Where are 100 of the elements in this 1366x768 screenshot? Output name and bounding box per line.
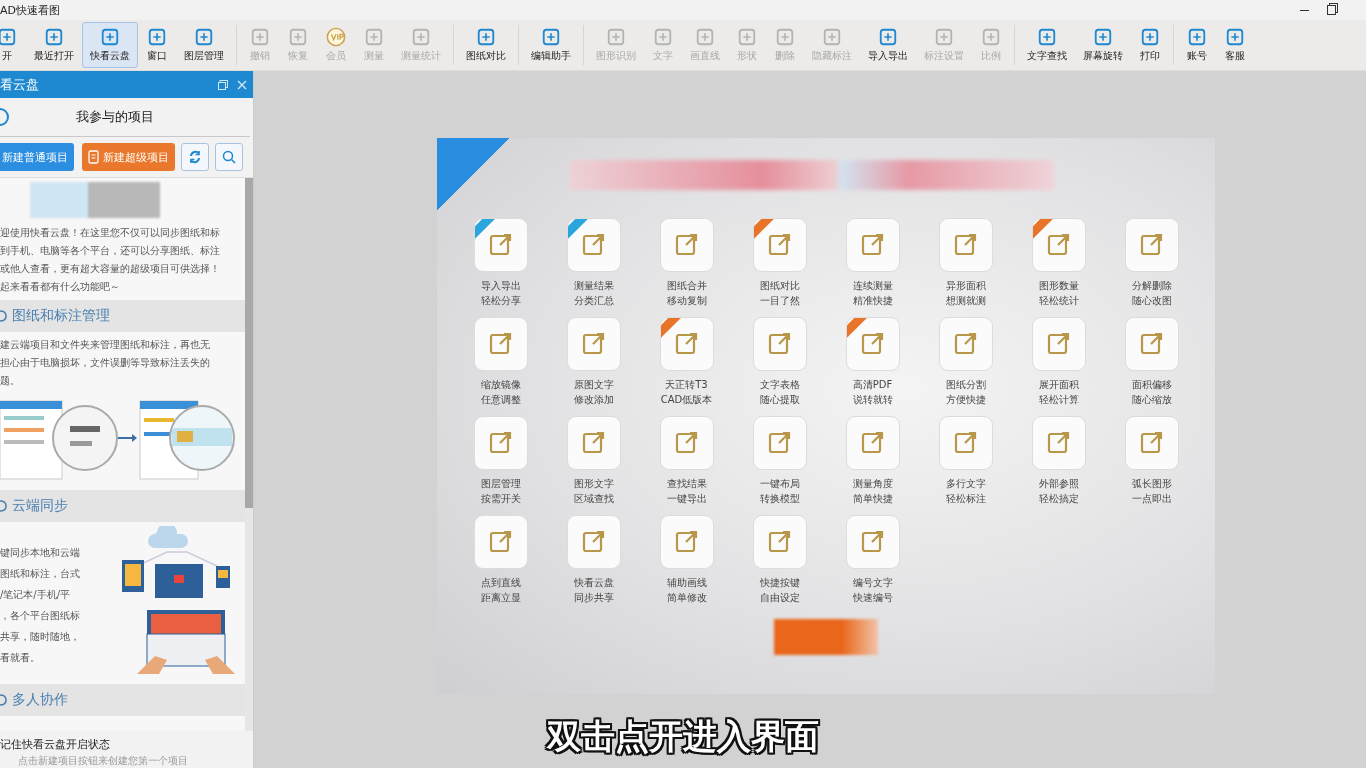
feature-label: 缩放镜像 任意调整 bbox=[480, 378, 521, 407]
feature-tile[interactable] bbox=[473, 416, 528, 470]
section-title: 图纸和标注管理 bbox=[12, 307, 110, 325]
toolbar-icon bbox=[249, 27, 271, 47]
feature-tile[interactable] bbox=[566, 515, 621, 569]
feature-tile[interactable] bbox=[566, 317, 621, 371]
section-icon bbox=[0, 692, 8, 708]
search-icon bbox=[222, 150, 236, 164]
toolbar-icon bbox=[1036, 27, 1058, 47]
feature-tile[interactable] bbox=[1124, 218, 1179, 272]
toolbar-button[interactable]: 快看云盘 bbox=[82, 22, 138, 68]
restore-icon bbox=[218, 79, 228, 90]
section-text: 键同步本地和云端 图纸和标注，台式 /笔记本/手机/平 ，各个平台图纸标 共享，随时随地， 看就看。 bbox=[0, 546, 80, 665]
toolbar-icon bbox=[877, 27, 899, 47]
panel-title: 看云盘 bbox=[0, 75, 39, 94]
feature-tile[interactable] bbox=[473, 218, 528, 272]
feature-label: 面积偏移 随心缩放 bbox=[1131, 378, 1172, 407]
toolbar-icon bbox=[652, 27, 674, 47]
feature-tile[interactable] bbox=[752, 218, 807, 272]
feature-tile[interactable] bbox=[845, 218, 900, 272]
refresh-button[interactable] bbox=[181, 143, 209, 171]
toolbar-button[interactable]: 屏幕旋转 bbox=[1075, 22, 1131, 68]
feature-tile[interactable] bbox=[752, 416, 807, 470]
toolbar-icon bbox=[821, 27, 843, 47]
feature-tile[interactable] bbox=[1031, 317, 1086, 371]
feature-tile[interactable] bbox=[659, 515, 714, 569]
toolbar-button[interactable]: 最近打开 bbox=[26, 22, 82, 68]
feature-label: 多行文字 轻松标注 bbox=[945, 477, 986, 506]
new-project-button[interactable]: 新建普通项目 bbox=[0, 143, 74, 171]
document-icon bbox=[88, 150, 100, 164]
toolbar-button[interactable]: 文字查找 bbox=[1019, 22, 1075, 68]
feature-tile[interactable] bbox=[938, 317, 993, 371]
feature-label: 异形面积 想测就测 bbox=[945, 279, 986, 308]
close-icon bbox=[237, 79, 247, 90]
restore-button[interactable] bbox=[1327, 5, 1336, 15]
section-title: 多人协作 bbox=[12, 691, 68, 709]
feature-label: 展开面积 轻松计算 bbox=[1038, 378, 1079, 407]
feature-label: 图形文字 区域查找 bbox=[573, 477, 614, 506]
feature-tile[interactable] bbox=[938, 416, 993, 470]
feature-label: 快看云盘 同步共享 bbox=[573, 576, 614, 605]
feature-tile[interactable] bbox=[1031, 218, 1086, 272]
feature-tile[interactable] bbox=[566, 218, 621, 272]
feature-label: 连续测量 精准快捷 bbox=[852, 279, 893, 308]
feature-tile[interactable] bbox=[473, 317, 528, 371]
toolbar-button[interactable]: 图纸对比 bbox=[458, 22, 514, 68]
feature-tile[interactable] bbox=[473, 515, 528, 569]
toolbar-icon bbox=[475, 27, 497, 47]
toolbar-button[interactable]: 客服 bbox=[1216, 22, 1254, 68]
toolbar-icon bbox=[1139, 27, 1161, 47]
window-title: AD快速看图 bbox=[0, 2, 60, 18]
feature-tile[interactable] bbox=[1124, 416, 1179, 470]
section-text: 建云端项目和文件夹来管理图纸和标注，再也无 担心由于电脑损坏，文件误删等导致标注丢失的 题。 bbox=[0, 338, 211, 388]
toolbar-button[interactable]: 编辑助手 bbox=[523, 22, 579, 68]
feature-tile[interactable] bbox=[1124, 317, 1179, 371]
toolbar-icon bbox=[933, 27, 955, 47]
feature-tile[interactable] bbox=[659, 317, 714, 371]
search-button[interactable] bbox=[215, 143, 243, 171]
refresh-icon bbox=[188, 150, 202, 164]
toolbar-button[interactable]: 账号 bbox=[1178, 22, 1216, 68]
toolbar-button[interactable]: 窗口 bbox=[138, 22, 176, 68]
feature-tile[interactable] bbox=[659, 218, 714, 272]
feature-label: 图形数量 轻松统计 bbox=[1038, 279, 1079, 308]
feature-tile[interactable] bbox=[1031, 416, 1086, 470]
toolbar-button[interactable]: 开 bbox=[0, 22, 26, 68]
feature-tile[interactable] bbox=[752, 515, 807, 569]
toolbar-button[interactable]: 导入导出 bbox=[860, 22, 916, 68]
feature-tile[interactable] bbox=[566, 416, 621, 470]
toolbar-icon bbox=[410, 27, 432, 47]
feature-label: 文字表格 随心提取 bbox=[759, 378, 800, 407]
feature-tile[interactable] bbox=[845, 515, 900, 569]
feature-tile[interactable] bbox=[752, 317, 807, 371]
feature-tile[interactable] bbox=[938, 218, 993, 272]
feature-label: 弧长图形 一点即出 bbox=[1131, 477, 1172, 506]
feature-tile[interactable] bbox=[845, 317, 900, 371]
toolbar-icon bbox=[605, 27, 627, 47]
intro-paragraph: 迎使用快看云盘！在这里您不仅可以同步图纸和标 到手机、电脑等各个平台，还可以分享图纸、标注 或他人查看，更有超大容量的超级项目可供选择！ 起来看看都有什么功能吧～ bbox=[0, 226, 221, 294]
toolbar-icon bbox=[43, 27, 65, 47]
feature-label: 图层管理 按需开关 bbox=[480, 477, 521, 506]
toolbar-icon bbox=[540, 27, 562, 47]
scrollbar-thumb[interactable] bbox=[245, 178, 253, 508]
toolbar-button[interactable]: 打印 bbox=[1131, 22, 1169, 68]
feature-label: 高清PDF 说转就转 bbox=[852, 378, 893, 407]
feature-tile[interactable] bbox=[845, 416, 900, 470]
feature-label: 外部参照 轻松搞定 bbox=[1038, 477, 1079, 506]
toolbar-icon bbox=[1092, 27, 1114, 47]
toolbar-icon bbox=[980, 27, 1002, 47]
toolbar-icon bbox=[1224, 27, 1246, 47]
feature-label: 测量角度 简单快捷 bbox=[852, 477, 893, 506]
minimize-button[interactable] bbox=[1300, 9, 1309, 11]
subtitle-caption: 双击点开进入界面 bbox=[547, 715, 819, 758]
toolbar-icon bbox=[774, 27, 796, 47]
toolbar-icon bbox=[736, 27, 758, 47]
remember-state-label[interactable]: 记住快看云盘开启状态 bbox=[0, 731, 253, 754]
feature-tile[interactable] bbox=[659, 416, 714, 470]
toolbar-button[interactable]: 图层管理 bbox=[176, 22, 232, 68]
feature-label: 查找结果 一键导出 bbox=[666, 477, 707, 506]
toolbar-icon bbox=[1186, 27, 1208, 47]
new-project-button[interactable]: 新建超级项目 bbox=[82, 143, 175, 171]
section-icon bbox=[0, 308, 8, 324]
toolbar-icon bbox=[287, 27, 309, 47]
